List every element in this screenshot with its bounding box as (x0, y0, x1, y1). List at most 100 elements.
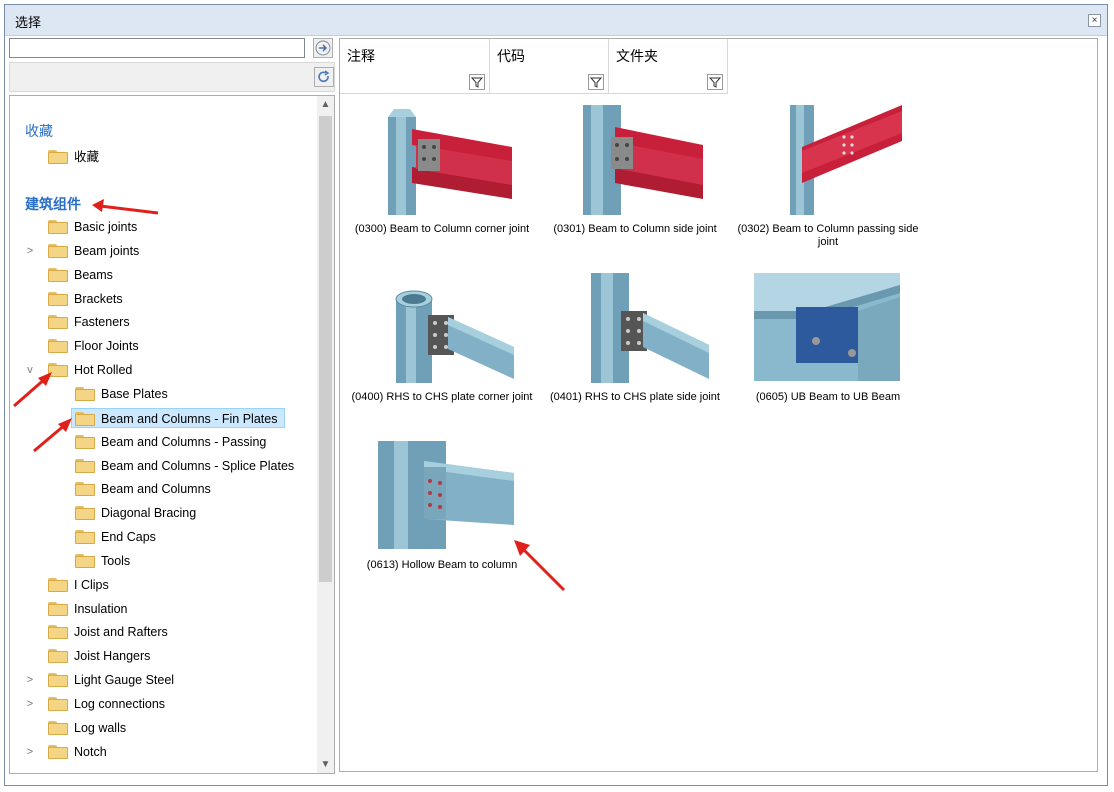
folder-icon (75, 459, 95, 473)
column-header-comment[interactable]: 注释 (340, 39, 490, 94)
folder-icon (48, 649, 68, 663)
folder-icon (48, 150, 68, 164)
window-title: 选择 (15, 15, 42, 30)
scroll-thumb[interactable] (319, 116, 332, 582)
tree-item-label: Insulation (74, 602, 128, 616)
tree-item-label: Joist and Rafters (74, 625, 168, 639)
tree-item[interactable]: Joist and Rafters (48, 622, 288, 642)
scroll-up-icon[interactable]: ▲ (317, 96, 334, 113)
favorites-heading: 收藏 (25, 123, 53, 139)
close-button[interactable]: × (1088, 14, 1101, 27)
tree-item-label: Beam and Columns (101, 482, 211, 496)
tree-item[interactable]: v Hot Rolled (27, 360, 288, 380)
chevron-right-icon[interactable]: > (24, 670, 36, 690)
tree-item[interactable]: Basic joints (48, 217, 288, 237)
folder-icon (48, 697, 68, 711)
category-tree[interactable]: 收藏 收藏 建筑组件 Basic joints > Beam joints Beams… (9, 95, 335, 774)
component-tile[interactable]: (0613) Hollow Beam to column (344, 439, 540, 579)
folder-icon (48, 339, 68, 353)
title-bar: 选择 × (5, 5, 1107, 36)
component-tile[interactable]: (0605) UB Beam to UB Beam (730, 271, 926, 411)
tree-item-label: Brackets (74, 292, 123, 306)
filter-icon[interactable] (707, 74, 723, 90)
ub-beam-ub-beam-thumbnail (754, 273, 900, 381)
tree-item-label: Beam and Columns - Splice Plates (101, 459, 295, 473)
tree-item-label: I Clips (74, 578, 109, 592)
tree-item-label: Diagonal Bracing (101, 506, 197, 520)
component-tile[interactable]: (0301) Beam to Column side joint (545, 103, 725, 243)
column-header-folder[interactable]: 文件夹 (609, 39, 728, 94)
column-header-code[interactable]: 代码 (490, 39, 609, 94)
rhs-chs-side-thumbnail (591, 273, 709, 383)
refresh-button[interactable] (314, 67, 334, 87)
component-tile[interactable]: (0302) Beam to Column passing side joint (730, 103, 926, 253)
tree-item[interactable]: Base Plates (75, 384, 315, 404)
tree-item[interactable]: Diagonal Bracing (75, 503, 315, 523)
scroll-down-icon[interactable]: ▼ (317, 756, 334, 773)
folder-icon (75, 412, 95, 426)
chevron-down-icon[interactable]: v (24, 360, 36, 380)
tree-scrollbar[interactable]: ▲ ▼ (317, 96, 334, 773)
tree-toolbar (9, 62, 335, 92)
tree-item[interactable]: I Clips (48, 575, 288, 595)
tree-item[interactable]: > Beam joints (27, 241, 288, 261)
tree-item-favorites[interactable]: 收藏 (48, 147, 168, 167)
tree-item-label: Log walls (74, 721, 127, 735)
tree-item-label: Beam joints (74, 244, 140, 258)
search-go-button[interactable] (313, 38, 333, 58)
chevron-right-icon[interactable]: > (24, 241, 36, 261)
folder-icon (75, 554, 95, 568)
component-tile[interactable]: (0400) RHS to CHS plate corner joint (344, 271, 540, 411)
folder-icon (75, 506, 95, 520)
refresh-icon (318, 70, 330, 83)
tree-item[interactable]: Beam and Columns (75, 479, 315, 499)
tree-item[interactable]: > Notch (27, 742, 288, 762)
tree-item[interactable]: Beam and Columns - Splice Plates (75, 456, 315, 476)
filter-icon[interactable] (469, 74, 485, 90)
tree-item[interactable]: Log walls (48, 718, 288, 738)
tree-item-label: Joist Hangers (74, 649, 151, 663)
tree-item-label: Fasteners (74, 315, 130, 329)
filter-icon[interactable] (588, 74, 604, 90)
tree-item-label: Basic joints (74, 220, 138, 234)
tree-item-label: Light Gauge Steel (74, 673, 175, 687)
tree-item[interactable]: Tools (75, 551, 315, 571)
tree-item[interactable]: Beam and Columns - Passing (75, 432, 315, 452)
folder-icon (48, 602, 68, 616)
tree-item-label: Floor Joints (74, 339, 139, 353)
arrow-right-icon (315, 40, 331, 56)
tree-item[interactable]: Beams (48, 265, 288, 285)
hollow-beam-column-thumbnail (378, 441, 514, 549)
chevron-right-icon[interactable]: > (24, 694, 36, 714)
folder-icon (48, 745, 68, 759)
tree-item[interactable]: Insulation (48, 599, 288, 619)
beam-column-side-thumbnail (583, 105, 703, 215)
tree-item[interactable]: Beam and Columns - Fin Plates (71, 408, 285, 428)
tree-item[interactable]: > Log connections (27, 694, 288, 714)
folder-icon (48, 292, 68, 306)
beam-column-passing-thumbnail (790, 105, 902, 215)
folder-icon (48, 268, 68, 282)
tree-item-label: Tools (101, 554, 131, 568)
rhs-chs-corner-thumbnail (395, 290, 514, 383)
component-tile[interactable]: (0300) Beam to Column corner joint (344, 103, 540, 243)
tree-item[interactable]: Joist Hangers (48, 646, 288, 666)
tree-item-label: Notch (74, 745, 107, 759)
tree-item[interactable]: End Caps (75, 527, 315, 547)
results-pane: 注释 代码 文件夹 (0300) Beam to Column corner j… (339, 38, 1098, 772)
tree-item[interactable]: > Light Gauge Steel (27, 670, 288, 690)
search-input[interactable] (9, 38, 305, 58)
tree-item[interactable]: Brackets (48, 289, 288, 309)
folder-icon (75, 387, 95, 401)
folder-icon (48, 721, 68, 735)
tree-item[interactable]: Floor Joints (48, 336, 288, 356)
tree-item-label: End Caps (101, 530, 156, 544)
folder-icon (48, 578, 68, 592)
tree-item-label: Beams (74, 268, 113, 282)
component-tile[interactable]: (0401) RHS to CHS plate side joint (545, 271, 725, 411)
folder-icon (48, 220, 68, 234)
tree-item[interactable]: Fasteners (48, 312, 288, 332)
folder-icon (75, 530, 95, 544)
left-pane: 收藏 收藏 建筑组件 Basic joints > Beam joints Beams… (9, 38, 335, 774)
chevron-right-icon[interactable]: > (24, 742, 36, 762)
